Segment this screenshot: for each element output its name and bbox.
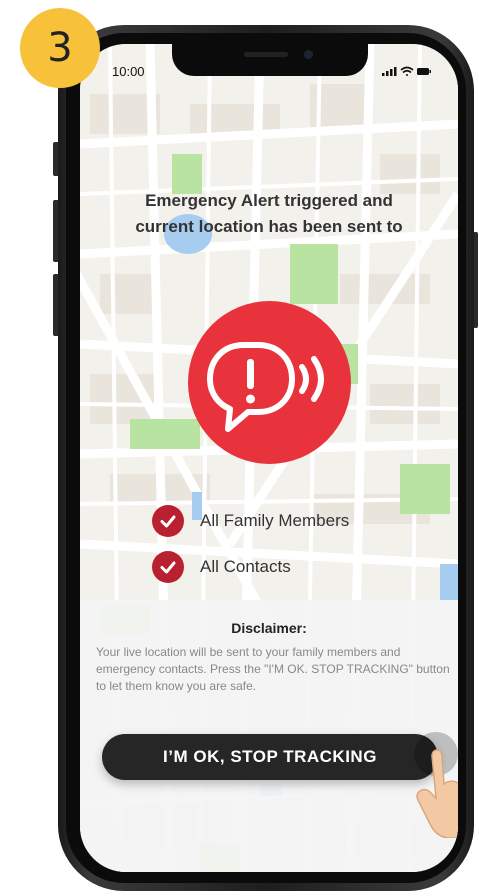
alert-heading: Emergency Alert triggered and current lo… [110, 188, 428, 240]
stop-tracking-button[interactable]: I’M OK, STOP TRACKING [102, 734, 438, 780]
status-time: 10:00 [112, 64, 145, 79]
alert-indicator [188, 301, 351, 464]
wifi-icon [400, 66, 414, 76]
recipient-label: All Contacts [200, 557, 291, 576]
notch-speaker [244, 52, 288, 57]
phone-screen: 10:00 Emergency Alert triggered and curr… [80, 44, 458, 872]
status-icons [382, 66, 431, 76]
recipient-label: All Family Members [200, 511, 350, 530]
alert-heading-line2: current location has been sent to [135, 217, 403, 236]
step-number-badge: 3 [20, 8, 100, 88]
phone-notch [172, 44, 368, 76]
signal-icon [382, 67, 397, 76]
alert-heading-line1: Emergency Alert triggered and [145, 191, 393, 210]
tapping-hand-icon [414, 732, 458, 838]
battery-icon [417, 68, 431, 75]
recipient-family-members: All Family Members [152, 505, 349, 537]
disclaimer-title: Disclaimer: [231, 620, 307, 636]
recipient-contacts: All Contacts [152, 551, 291, 583]
speech-bubble-exclamation-icon [207, 342, 324, 432]
check-circle-icon [152, 505, 184, 537]
check-circle-icon [152, 551, 184, 583]
disclaimer-text: Your live location will be sent to your … [96, 645, 450, 693]
notch-camera [304, 50, 313, 59]
